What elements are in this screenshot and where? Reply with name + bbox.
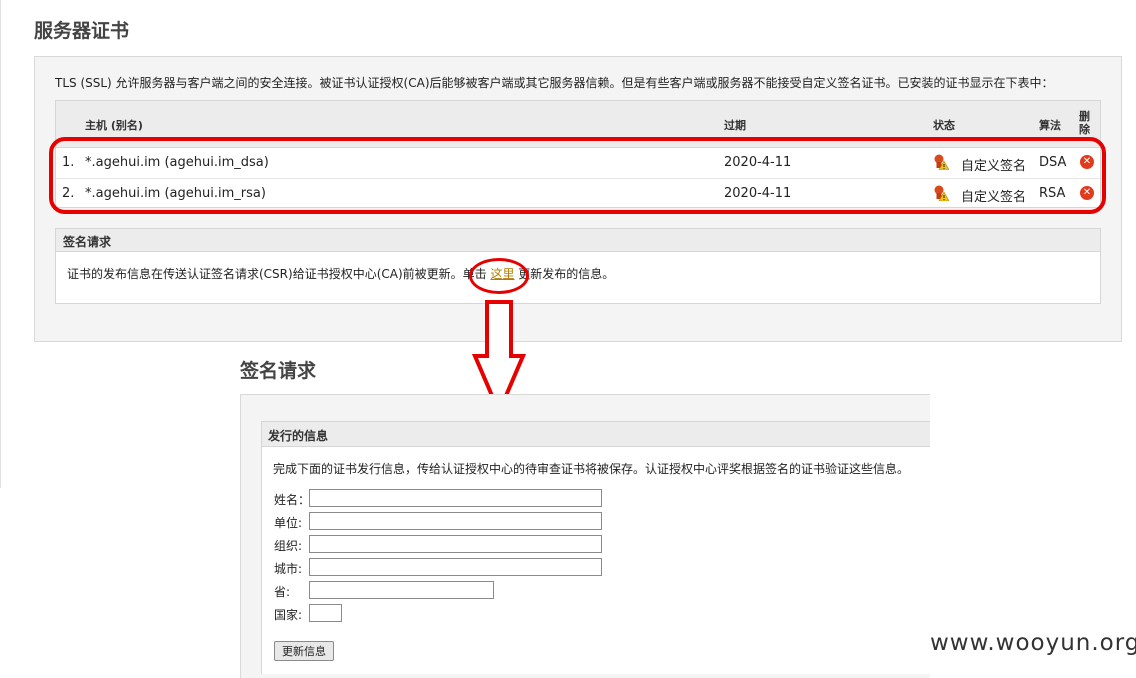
header-algorithm: 算法 [1039,119,1061,132]
name-input[interactable] [309,489,602,507]
field-label-province: 省: [274,585,291,599]
field-label-unit: 单位: [274,516,303,530]
csr-title: 签名请求 [63,235,112,249]
csr-text: 证书的发布信息在传送认证签名请求(CSR)给证书授权中心(CA)前被更新。单击 … [67,265,614,282]
unit-input[interactable] [309,512,602,530]
header-status: 状态 [933,119,955,132]
highlight-rectangle [49,137,1106,214]
page-title: 服务器证书 [34,20,130,42]
header-expires: 过期 [724,119,746,132]
left-divider [0,0,1,488]
field-label-name: 姓名： [274,493,311,507]
issue-info-section: 发行的信息 完成下面的证书发行信息，传给认证授权中心的待审查证书将被保存。认证授… [261,421,930,674]
country-input[interactable] [309,604,342,622]
watermark: www.wooyun.org [930,630,1136,656]
signing-request-title: 签名请求 [240,360,317,382]
city-input[interactable] [309,558,602,576]
update-info-button[interactable]: 更新信息 [274,641,334,661]
field-label-organization: 组织: [274,539,303,553]
header-host: 主机 (别名) [85,119,143,132]
issue-info-description: 完成下面的证书发行信息，传给认证授权中心的待审查证书将被保存。认证授权中心评奖根… [273,462,910,476]
organization-input[interactable] [309,535,602,553]
csr-section: 签名请求 证书的发布信息在传送认证签名请求(CSR)给证书授权中心(CA)前被更… [55,228,1101,304]
header-delete: 删除 [1079,110,1090,136]
csr-text-after: 更新发布的信息。 [514,267,615,281]
issue-info-header: 发行的信息 [262,422,930,447]
province-input[interactable] [309,581,494,599]
field-label-city: 城市: [274,562,303,576]
highlight-oval [469,258,529,294]
issue-info-title: 发行的信息 [268,429,329,443]
intro-text: TLS (SSL) 允许服务器与客户端之间的安全连接。被证书认证授权(CA)后能… [55,76,1054,90]
field-label-country: 国家: [274,608,303,622]
csr-text-before: 证书的发布信息在传送认证签名请求(CSR)给证书授权中心(CA)前被更新。单击 [67,267,491,281]
csr-header: 签名请求 [56,229,1100,252]
